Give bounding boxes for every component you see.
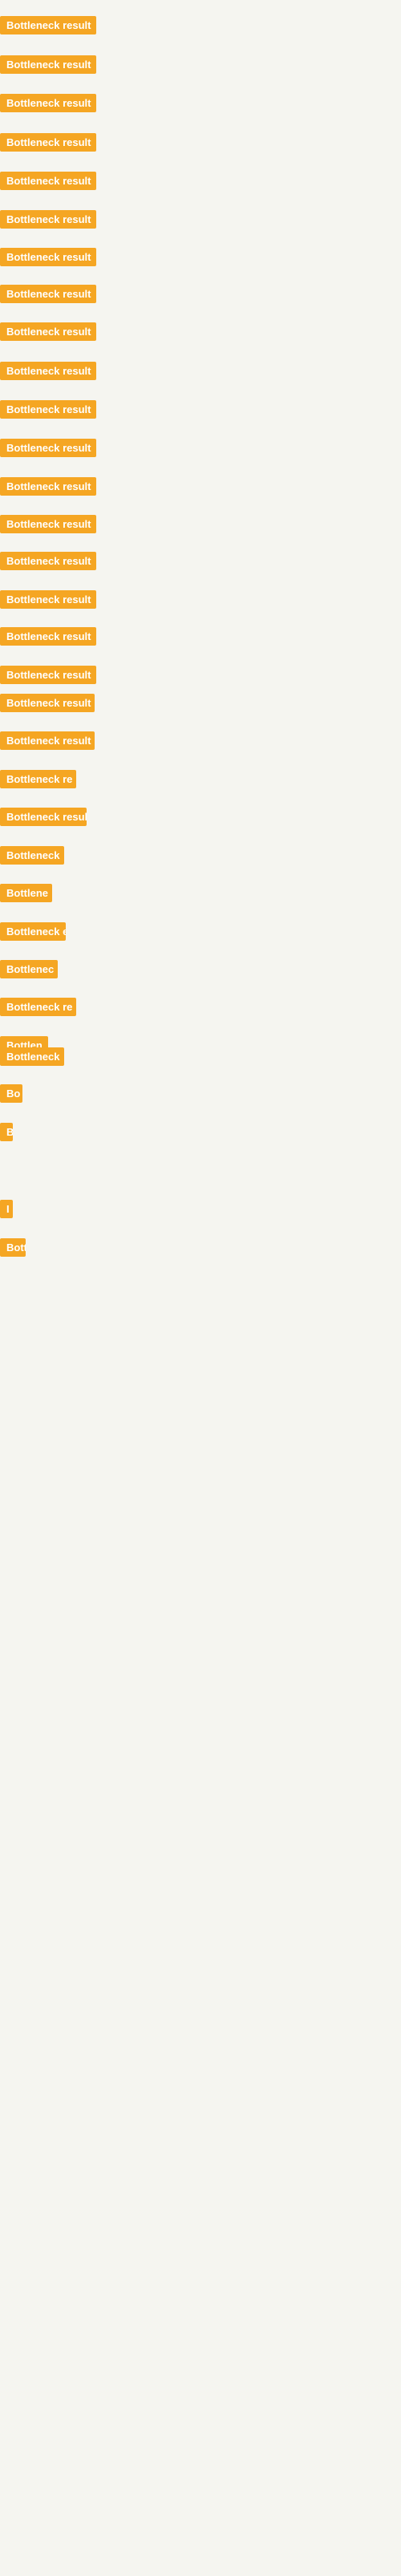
bottleneck-item: Bottleneck result (0, 133, 96, 156)
bottleneck-item: Bottleneck result (0, 285, 96, 307)
bottleneck-item: Bottleneck result (0, 808, 87, 830)
bottleneck-label: Bottleneck result (0, 285, 96, 303)
bottleneck-item: Bottleneck result (0, 477, 96, 500)
bottleneck-label: Bottleneck result (0, 552, 96, 570)
bottleneck-item: Bottleneck result (0, 172, 96, 194)
bottleneck-label: Bottleneck result (0, 362, 96, 380)
site-title (0, 0, 401, 10)
bottleneck-label: Bottleneck result (0, 210, 96, 229)
bottleneck-label: Bo (0, 1084, 22, 1103)
bottleneck-label: Bottleneck re (0, 998, 76, 1016)
bottleneck-label: Bottleneck result (0, 731, 95, 750)
bottleneck-label: Bottleneck result (0, 627, 96, 646)
bottleneck-label: Bottleneck result (0, 590, 96, 609)
bottleneck-label: Bottleneck result (0, 322, 96, 341)
bottleneck-item: Bottleneck result (0, 666, 96, 688)
bottleneck-item: Bottleneck result (0, 731, 95, 754)
bottleneck-item: Bottleneck (0, 1047, 64, 1070)
bottleneck-item: Bottleneck result (0, 210, 96, 233)
bottleneck-label: Bottleneck result (0, 666, 96, 684)
bottleneck-item: B (0, 1123, 13, 1145)
bottleneck-label: Bottleneck result (0, 439, 96, 457)
bottleneck-label: Bottleneck result (0, 515, 96, 533)
bottleneck-item: Bottleneck result (0, 322, 96, 345)
bottleneck-item: Bottleneck result (0, 248, 96, 270)
bottleneck-item: Bottleneck re (0, 770, 76, 792)
bottleneck-item: Bottleneck result (0, 94, 96, 116)
bottleneck-label: Bottleneck result (0, 133, 96, 152)
bottleneck-label: Bottleneck re (0, 770, 76, 788)
bottleneck-item: Bottlenec (0, 960, 58, 982)
bottleneck-label: Bottleneck result (0, 400, 96, 419)
bottleneck-item: Bottleneck result (0, 16, 96, 38)
bottleneck-label: Bottleneck e (0, 922, 66, 941)
bottleneck-label: Bottleneck (0, 846, 64, 865)
bottleneck-label: Bottleneck result (0, 248, 96, 266)
bottleneck-item: Bottleneck re (0, 998, 76, 1020)
bottleneck-label: Bottleneck result (0, 94, 96, 112)
bottleneck-label: Bottlene (0, 884, 52, 902)
bottleneck-label: I (0, 1200, 13, 1218)
bottleneck-label: Bottleneck (0, 1047, 64, 1066)
bottleneck-label: Bottlenec (0, 960, 58, 978)
bottleneck-item: Bottleneck result (0, 439, 96, 461)
bottleneck-item: Bottleneck result (0, 400, 96, 423)
bottleneck-item: Bottleneck result (0, 55, 96, 78)
bottleneck-item: Bottleneck (0, 846, 64, 869)
bottleneck-label: Bottleneck result (0, 694, 95, 712)
bottleneck-item: I (0, 1200, 13, 1222)
bottleneck-label: Bottleneck result (0, 172, 96, 190)
bottleneck-label: Bottleneck result (0, 808, 87, 826)
bottleneck-item: Bottleneck result (0, 694, 95, 716)
bottleneck-item: Bott (0, 1238, 26, 1261)
bottleneck-label: Bott (0, 1238, 26, 1257)
bottleneck-item: Bottleneck result (0, 362, 96, 384)
bottleneck-item: Bottleneck result (0, 590, 96, 613)
bottleneck-item: Bo (0, 1084, 22, 1107)
bottleneck-item: Bottleneck result (0, 627, 96, 650)
bottleneck-label: Bottleneck result (0, 477, 96, 496)
bottleneck-item: Bottleneck result (0, 552, 96, 574)
bottleneck-label: Bottleneck result (0, 55, 96, 74)
bottleneck-item: Bottlene (0, 884, 52, 906)
bottleneck-item: Bottleneck result (0, 515, 96, 537)
bottleneck-label: B (0, 1123, 13, 1141)
bottleneck-item: Bottleneck e (0, 922, 66, 945)
bottleneck-label: Bottleneck result (0, 16, 96, 34)
